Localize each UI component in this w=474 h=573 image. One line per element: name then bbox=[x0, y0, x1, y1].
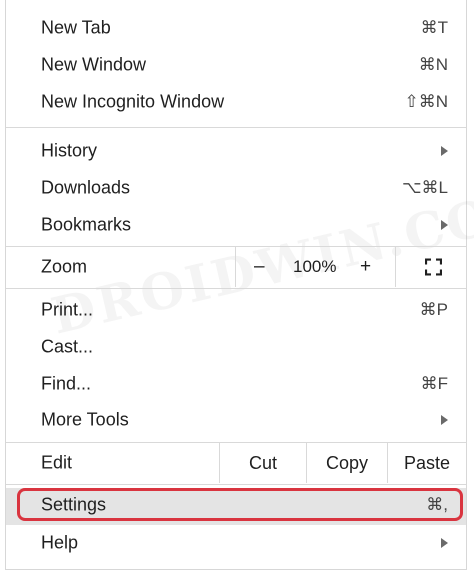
zoom-divider bbox=[395, 247, 396, 287]
menu-item-shortcut: ⌥⌘L bbox=[401, 178, 448, 197]
menu-item-help[interactable]: Help bbox=[6, 525, 466, 561]
menu-item-new-incognito-window[interactable]: New Incognito Window ⇧⌘N bbox=[6, 84, 466, 120]
menu-item-bookmarks[interactable]: Bookmarks bbox=[6, 207, 466, 243]
submenu-arrow-icon bbox=[441, 538, 448, 548]
settings-highlight-outline bbox=[17, 488, 463, 521]
menu-item-label: Print... bbox=[41, 299, 94, 320]
zoom-out-button[interactable]: – bbox=[254, 256, 265, 278]
menu-separator bbox=[6, 127, 466, 128]
menu-item-more-tools[interactable]: More Tools bbox=[6, 402, 466, 438]
menu-item-cast[interactable]: Cast... bbox=[6, 329, 466, 365]
submenu-arrow-icon bbox=[441, 415, 448, 425]
menu-item-find[interactable]: Find... ⌘F bbox=[6, 366, 466, 402]
edit-row: Edit Cut Copy Paste bbox=[6, 443, 466, 483]
menu-separator bbox=[6, 484, 466, 485]
menu-item-label: Help bbox=[41, 532, 79, 553]
zoom-level: 100% bbox=[293, 257, 337, 276]
chrome-menu: DROIDWIN.COM New Tab ⌘T New Window ⌘N Ne… bbox=[5, 0, 474, 570]
menu-item-shortcut: ⌘T bbox=[420, 18, 448, 37]
menu-item-label: More Tools bbox=[41, 409, 129, 430]
menu-item-label: Downloads bbox=[41, 177, 131, 198]
zoom-label: Zoom bbox=[41, 256, 88, 277]
menu-item-label: New Window bbox=[41, 54, 147, 75]
menu-separator bbox=[6, 288, 466, 289]
menu-item-new-tab[interactable]: New Tab ⌘T bbox=[6, 10, 466, 46]
menu-item-label: History bbox=[41, 140, 98, 161]
zoom-divider bbox=[235, 247, 236, 287]
menu-item-downloads[interactable]: Downloads ⌥⌘L bbox=[6, 170, 466, 206]
menu-item-shortcut: ⌘N bbox=[418, 55, 448, 74]
menu-item-label: Find... bbox=[41, 373, 92, 394]
paste-button[interactable]: Paste bbox=[388, 443, 466, 483]
menu-item-label: New Incognito Window bbox=[41, 91, 225, 112]
zoom-in-button[interactable]: + bbox=[360, 256, 371, 278]
edit-label: Edit bbox=[41, 452, 73, 473]
zoom-row: Zoom – 100% + bbox=[6, 247, 466, 287]
menu-item-shortcut: ⌘P bbox=[419, 300, 448, 319]
menu-item-label: New Tab bbox=[41, 17, 111, 38]
copy-button[interactable]: Copy bbox=[307, 443, 387, 483]
menu-item-shortcut: ⇧⌘N bbox=[404, 92, 448, 111]
menu-item-shortcut: ⌘F bbox=[420, 374, 448, 393]
menu-item-print[interactable]: Print... ⌘P bbox=[6, 292, 466, 328]
menu-item-new-window[interactable]: New Window ⌘N bbox=[6, 47, 466, 83]
submenu-arrow-icon bbox=[441, 220, 448, 230]
menu-item-label: Bookmarks bbox=[41, 214, 132, 235]
menu-item-label: Cast... bbox=[41, 336, 94, 357]
submenu-arrow-icon bbox=[441, 146, 448, 156]
fullscreen-icon[interactable] bbox=[425, 258, 442, 276]
menu-item-history[interactable]: History bbox=[6, 133, 466, 169]
cut-button[interactable]: Cut bbox=[220, 443, 306, 483]
